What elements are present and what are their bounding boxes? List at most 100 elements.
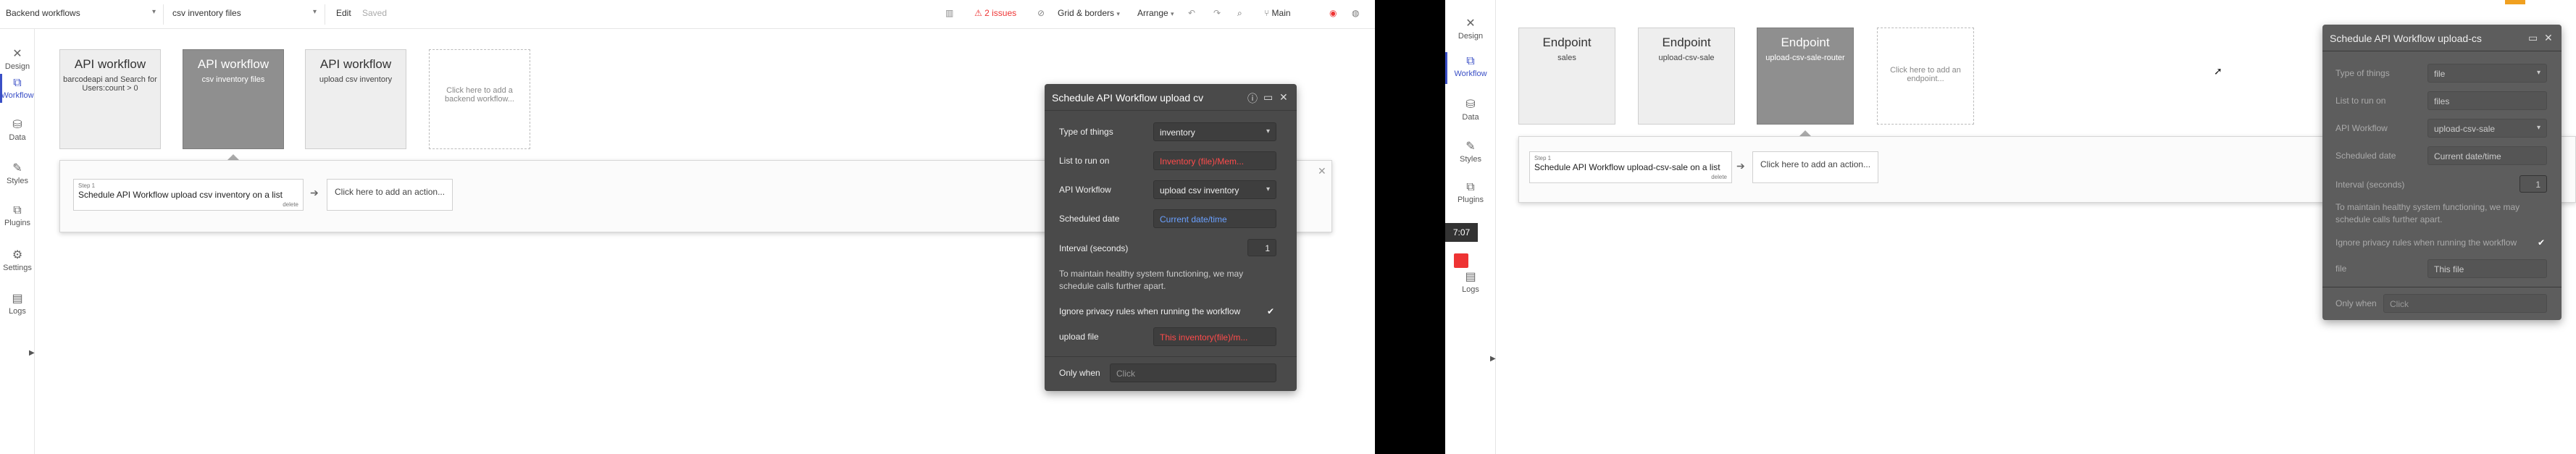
logs-icon: ▤: [1465, 271, 1476, 283]
branch-selector[interactable]: ⑂ Main: [1264, 8, 1291, 18]
scheduled-date-field[interactable]: Current date/time: [2427, 146, 2547, 165]
rail-item-workflow[interactable]: ⧉ Workflow: [1445, 55, 1496, 78]
comment-icon[interactable]: ▭: [1263, 91, 1273, 104]
issues-label: 2 issues: [984, 8, 1017, 18]
plugins-icon: ⧉: [13, 204, 22, 217]
endpoint-card[interactable]: Endpoint upload-csv-sale: [1638, 28, 1735, 125]
info-icon[interactable]: ⓘ: [1247, 91, 1258, 106]
rail-item-label: Logs: [9, 307, 26, 316]
divider: [163, 4, 164, 25]
ignore-privacy-checkbox[interactable]: ✔: [1265, 306, 1276, 317]
recording-timer: 7:07: [1445, 223, 1478, 242]
api-workflow-card[interactable]: API workflow barcodeapi and Search for U…: [59, 49, 161, 149]
scheduled-date-field[interactable]: Current date/time: [1153, 209, 1276, 228]
api-workflow-card[interactable]: API workflow upload csv inventory: [305, 49, 406, 149]
chevron-down-icon: ▾: [2536, 124, 2541, 132]
left-rail: ✕ Design ⧉ Workflow ⛁ Data ✎ Styles ⧉ Pl…: [0, 29, 35, 454]
collapse-rail-icon[interactable]: ▶: [29, 349, 35, 357]
close-icon[interactable]: ✕: [1279, 91, 1288, 104]
endpoint-card-selected[interactable]: Endpoint upload-csv-sale-router: [1757, 28, 1854, 125]
rail-item-design[interactable]: ✕ Design: [1445, 16, 1496, 41]
left-screen: Backend workflows ▾ csv inventory files …: [0, 0, 1375, 454]
list-to-run-on-label: List to run on: [1059, 156, 1110, 166]
undo-icon[interactable]: ↶: [1188, 8, 1195, 18]
ignore-privacy-label: Ignore privacy rules when running the wo…: [1059, 306, 1241, 316]
redo-icon[interactable]: ↷: [1213, 8, 1221, 18]
grid-borders-menu[interactable]: Grid & borders ▾: [1058, 8, 1120, 18]
rail-item-workflow[interactable]: ⧉ Workflow: [0, 77, 35, 100]
api-workflow-select[interactable]: upload-csv-sale ▾: [2427, 119, 2547, 138]
rail-item-plugins[interactable]: ⧉ Plugins: [1445, 181, 1496, 204]
upload-file-field[interactable]: This inventory(file)/m...: [1153, 327, 1276, 346]
api-workflow-select[interactable]: upload csv inventory ▾: [1153, 180, 1276, 199]
type-of-things-select[interactable]: file ▾: [2427, 64, 2547, 83]
rail-item-label: Styles: [7, 177, 28, 185]
plugins-icon: ⧉: [1466, 181, 1475, 193]
add-backend-workflow-card[interactable]: Click here to add a backend workflow...: [429, 49, 530, 149]
edit-menu[interactable]: Edit: [336, 8, 351, 18]
list-to-run-on-field[interactable]: files: [2427, 91, 2547, 110]
close-icon[interactable]: ✕: [1318, 165, 1326, 177]
element-search-chevron-icon[interactable]: ▾: [313, 8, 317, 16]
delete-step-link[interactable]: delete: [1711, 174, 1727, 180]
screen-gap: [1375, 0, 1445, 454]
workflow-canvas[interactable]: Endpoint sales Endpoint upload-csv-sale …: [1497, 0, 2576, 454]
rail-item-label: Data: [1462, 113, 1479, 122]
design-icon: ✕: [1465, 17, 1476, 30]
workflow-step[interactable]: Step 1 Schedule API Workflow upload csv …: [73, 179, 304, 211]
right-screen: ✕ Design ⧉ Workflow ⛁ Data ✎ Styles ⧉ Pl…: [1445, 0, 2576, 454]
rail-item-settings[interactable]: ⚙ Settings: [0, 248, 35, 272]
account-icon[interactable]: ◍: [1352, 8, 1359, 18]
rail-item-data[interactable]: ⛁ Data: [1445, 97, 1496, 122]
rail-item-plugins[interactable]: ⧉ Plugins: [0, 204, 35, 227]
collapse-rail-icon[interactable]: ▶: [1490, 355, 1496, 363]
chevron-down-icon: ▾: [1116, 10, 1120, 17]
only-when-field[interactable]: Click: [1110, 363, 1276, 382]
ignore-privacy-label: Ignore privacy rules when running the wo…: [2335, 237, 2517, 248]
rail-item-styles[interactable]: ✎ Styles: [0, 161, 35, 185]
only-when-field[interactable]: Click: [2383, 294, 2547, 313]
ignore-privacy-checkbox[interactable]: ✔: [2535, 237, 2547, 248]
delete-step-link[interactable]: delete: [283, 201, 298, 208]
close-icon[interactable]: ✕: [2544, 32, 2553, 44]
list-to-run-on-field[interactable]: Inventory (file)/Mem...: [1153, 151, 1276, 170]
api-workflow-label: API Workflow: [2335, 123, 2388, 133]
issues-button[interactable]: ⚠ 2 issues: [974, 8, 1016, 18]
stop-recording-button[interactable]: [1454, 253, 1468, 268]
add-endpoint-card[interactable]: Click here to add an endpoint...: [1877, 28, 1974, 125]
arrange-menu[interactable]: Arrange ▾: [1137, 8, 1174, 18]
search-icon[interactable]: ⌕: [1237, 8, 1242, 19]
rail-item-design[interactable]: ✕ Design: [0, 46, 35, 71]
element-search[interactable]: csv inventory files: [172, 8, 241, 18]
comment-icon[interactable]: ▭: [2528, 32, 2538, 44]
notification-icon[interactable]: ◉: [1329, 8, 1337, 18]
throttle-note: To maintain healthy system functioning, …: [2335, 202, 2520, 224]
api-workflow-value: upload csv inventory: [1160, 185, 1239, 196]
interval-input[interactable]: 1: [2519, 175, 2547, 193]
selected-caret-icon: [227, 154, 239, 160]
eraser-icon[interactable]: ⊘: [1037, 8, 1045, 18]
settings-icon: ⚙: [12, 249, 23, 261]
card-title: Endpoint: [1662, 35, 1711, 49]
add-action-button[interactable]: Click here to add an action...: [1752, 151, 1879, 183]
add-action-button[interactable]: Click here to add an action...: [327, 179, 453, 211]
card-subtitle: Click here to add an endpoint...: [1890, 66, 1961, 83]
rail-item-styles[interactable]: ✎ Styles: [1445, 139, 1496, 164]
property-editor: Schedule API Workflow upload-cs ▭ ✕ Type…: [2322, 25, 2562, 320]
api-workflow-card-selected[interactable]: API workflow csv inventory files: [183, 49, 284, 149]
interval-label: Interval (seconds): [1059, 243, 1129, 253]
page-selector-chevron-icon[interactable]: ▾: [152, 8, 156, 16]
rail-item-data[interactable]: ⛁ Data: [0, 117, 35, 142]
type-of-things-select[interactable]: inventory ▾: [1153, 122, 1276, 141]
page-selector[interactable]: Backend workflows: [6, 8, 80, 18]
divider: [1045, 110, 1297, 111]
book-icon[interactable]: ▥: [945, 8, 953, 18]
workflow-step[interactable]: Step 1 Schedule API Workflow upload-csv-…: [1529, 151, 1732, 183]
workflow-canvas[interactable]: API workflow barcodeapi and Search for U…: [35, 30, 1375, 454]
rail-item-logs[interactable]: ▤ Logs: [0, 291, 35, 316]
data-icon: ⛁: [1465, 98, 1476, 111]
file-field[interactable]: This file: [2427, 259, 2547, 278]
interval-input[interactable]: 1: [1247, 239, 1276, 256]
rail-item-logs[interactable]: ▤ Logs: [1445, 269, 1496, 294]
endpoint-card[interactable]: Endpoint sales: [1518, 28, 1615, 125]
